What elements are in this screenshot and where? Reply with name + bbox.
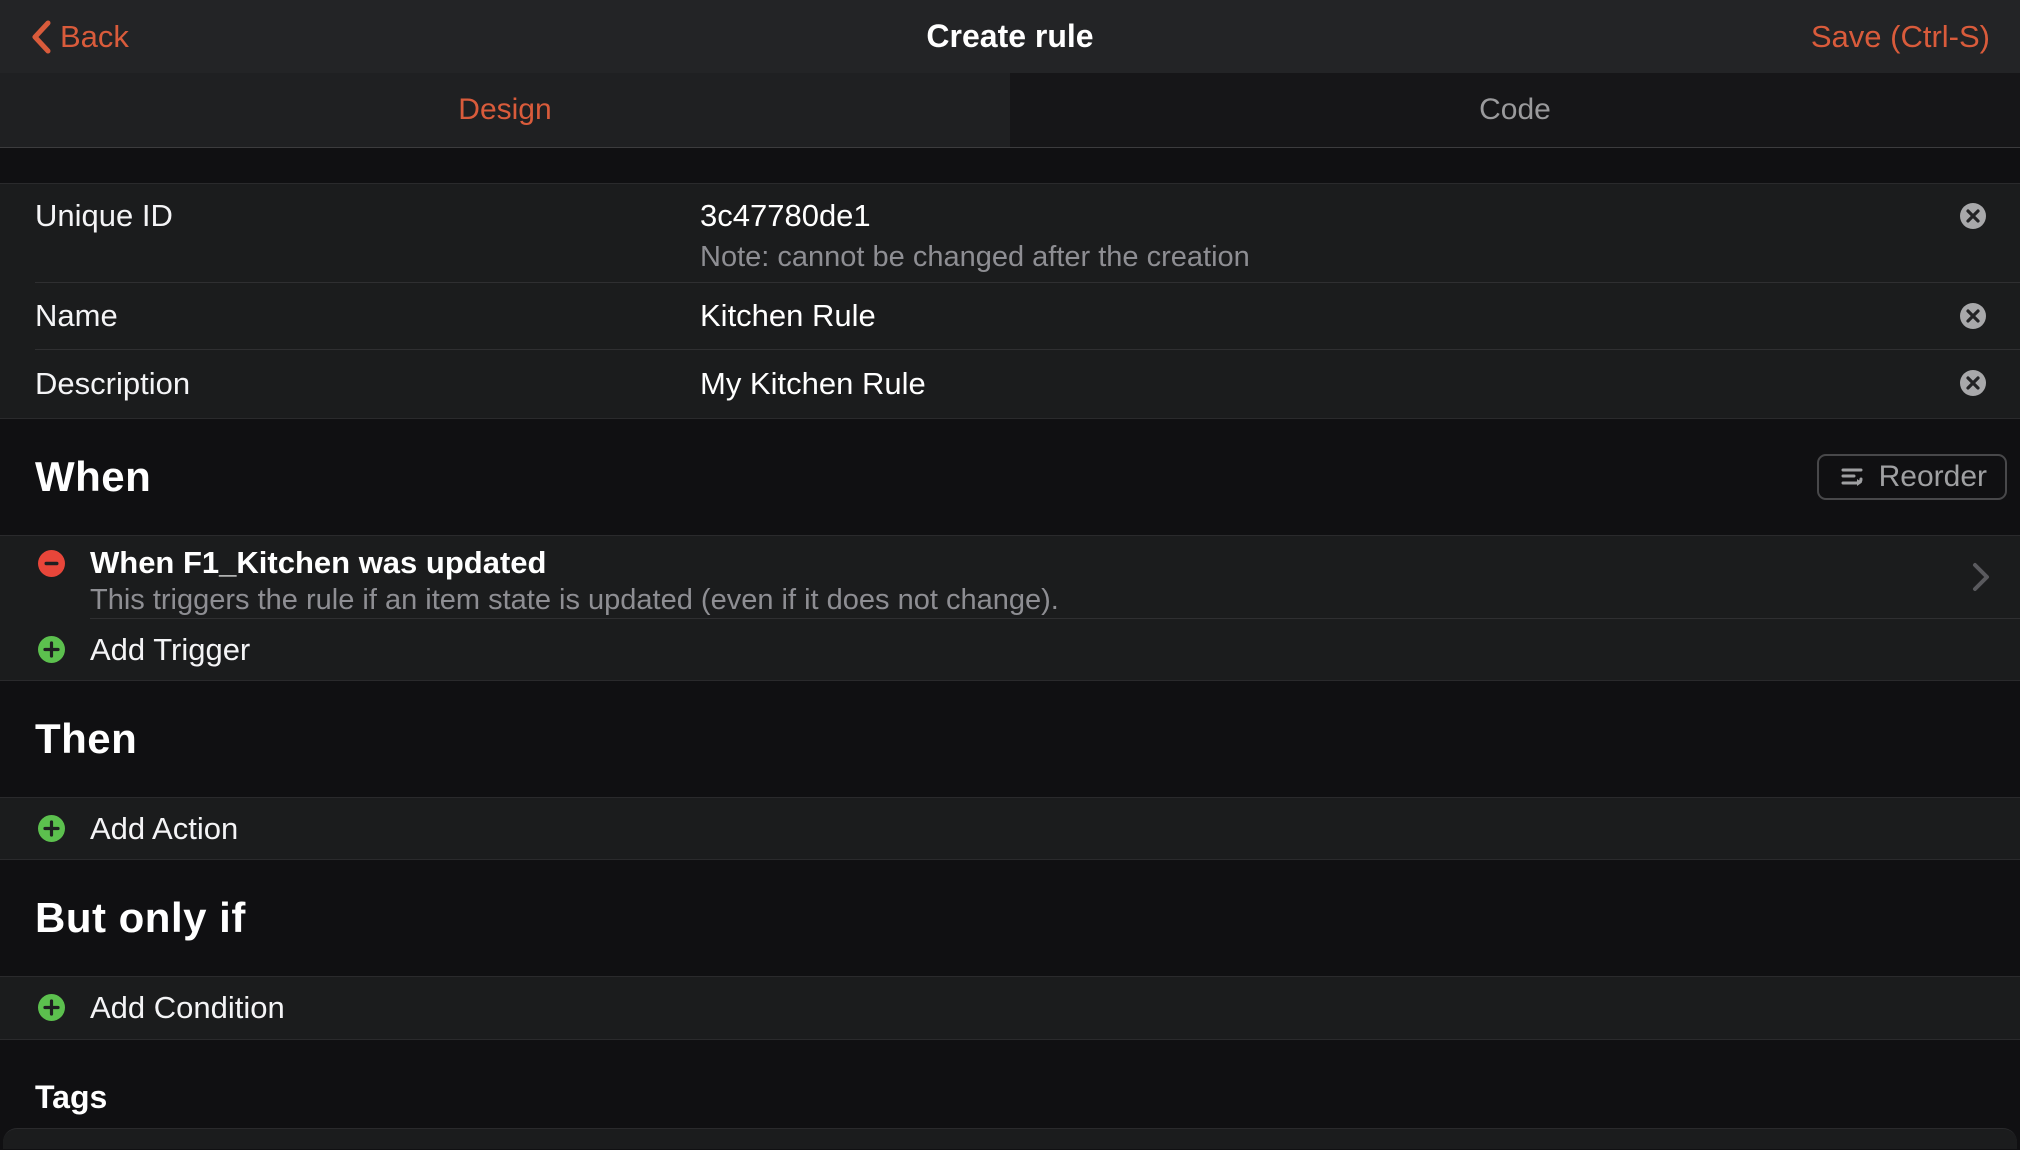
name-row: Name Kitchen Rule	[0, 283, 2020, 349]
add-circle-icon	[38, 994, 65, 1021]
when-heading: When	[35, 453, 151, 501]
clear-circle-icon	[1959, 369, 1987, 397]
conditions-card: Add Condition	[0, 976, 2020, 1040]
unique-id-row: Unique ID 3c47780de1 Note: cannot be cha…	[0, 184, 2020, 282]
add-trigger-button[interactable]: Add Trigger	[0, 619, 2020, 680]
add-condition-button[interactable]: Add Condition	[0, 977, 2020, 1039]
page-title: Create rule	[0, 18, 2020, 55]
navbar: Back Create rule Save (Ctrl-S)	[0, 0, 2020, 73]
clear-unique-id-button[interactable]	[1959, 202, 1987, 230]
name-label: Name	[0, 298, 700, 334]
unique-id-note: Note: cannot be changed after the creati…	[700, 238, 2020, 276]
tags-section-header: Tags	[0, 1040, 2020, 1128]
clear-description-button[interactable]	[1959, 369, 1987, 397]
but-only-if-section-header: But only if	[0, 860, 2020, 976]
chevron-right-icon	[1972, 562, 1990, 592]
semantic-class-value: None	[1885, 1146, 1959, 1149]
add-circle-icon	[38, 815, 65, 842]
tab-bar: Design Code	[0, 73, 2020, 148]
clear-circle-icon	[1959, 302, 1987, 330]
rule-meta-card: Unique ID 3c47780de1 Note: cannot be cha…	[0, 183, 2020, 419]
add-action-button[interactable]: Add Action	[0, 798, 2020, 859]
then-heading: Then	[35, 715, 137, 763]
back-button[interactable]: Back	[30, 19, 129, 55]
trigger-item-row[interactable]: When F1_Kitchen was updated This trigger…	[0, 536, 2020, 618]
back-label: Back	[60, 19, 129, 55]
save-button[interactable]: Save (Ctrl-S)	[1811, 19, 1990, 55]
add-action-label: Add Action	[90, 811, 238, 847]
add-condition-label: Add Condition	[90, 990, 285, 1026]
tags-heading: Tags	[35, 1079, 107, 1116]
reorder-icon	[1837, 462, 1867, 492]
description-label: Description	[0, 366, 700, 402]
when-section-header: When Reorder	[0, 419, 2020, 535]
reorder-button[interactable]: Reorder	[1817, 454, 2007, 500]
clear-circle-icon	[1959, 202, 1987, 230]
tags-card: Semantic Class None	[3, 1128, 2017, 1149]
chevron-left-icon	[30, 20, 52, 54]
add-trigger-label: Add Trigger	[90, 632, 250, 668]
semantic-class-label: Semantic Class	[36, 1146, 251, 1149]
trigger-subtitle: This triggers the rule if an item state …	[90, 582, 1960, 618]
add-circle-icon	[38, 636, 65, 663]
tab-code[interactable]: Code	[1010, 73, 2020, 147]
tab-design[interactable]: Design	[0, 73, 1010, 147]
semantic-class-row[interactable]: Semantic Class None	[3, 1129, 2017, 1149]
name-input[interactable]: Kitchen Rule	[700, 294, 2020, 338]
trigger-title: When F1_Kitchen was updated	[90, 544, 1960, 582]
description-input[interactable]: My Kitchen Rule	[700, 362, 2020, 406]
unique-id-input[interactable]: 3c47780de1	[700, 194, 2020, 238]
but-only-if-heading: But only if	[35, 894, 246, 942]
then-section-header: Then	[0, 681, 2020, 797]
actions-card: Add Action	[0, 797, 2020, 860]
description-row: Description My Kitchen Rule	[0, 350, 2020, 418]
reorder-label: Reorder	[1879, 460, 1987, 494]
triggers-card: When F1_Kitchen was updated This trigger…	[0, 535, 2020, 681]
remove-trigger-icon[interactable]	[38, 550, 65, 577]
clear-name-button[interactable]	[1959, 302, 1987, 330]
rule-editor-page: Unique ID 3c47780de1 Note: cannot be cha…	[0, 148, 2020, 1149]
unique-id-label: Unique ID	[0, 194, 700, 282]
